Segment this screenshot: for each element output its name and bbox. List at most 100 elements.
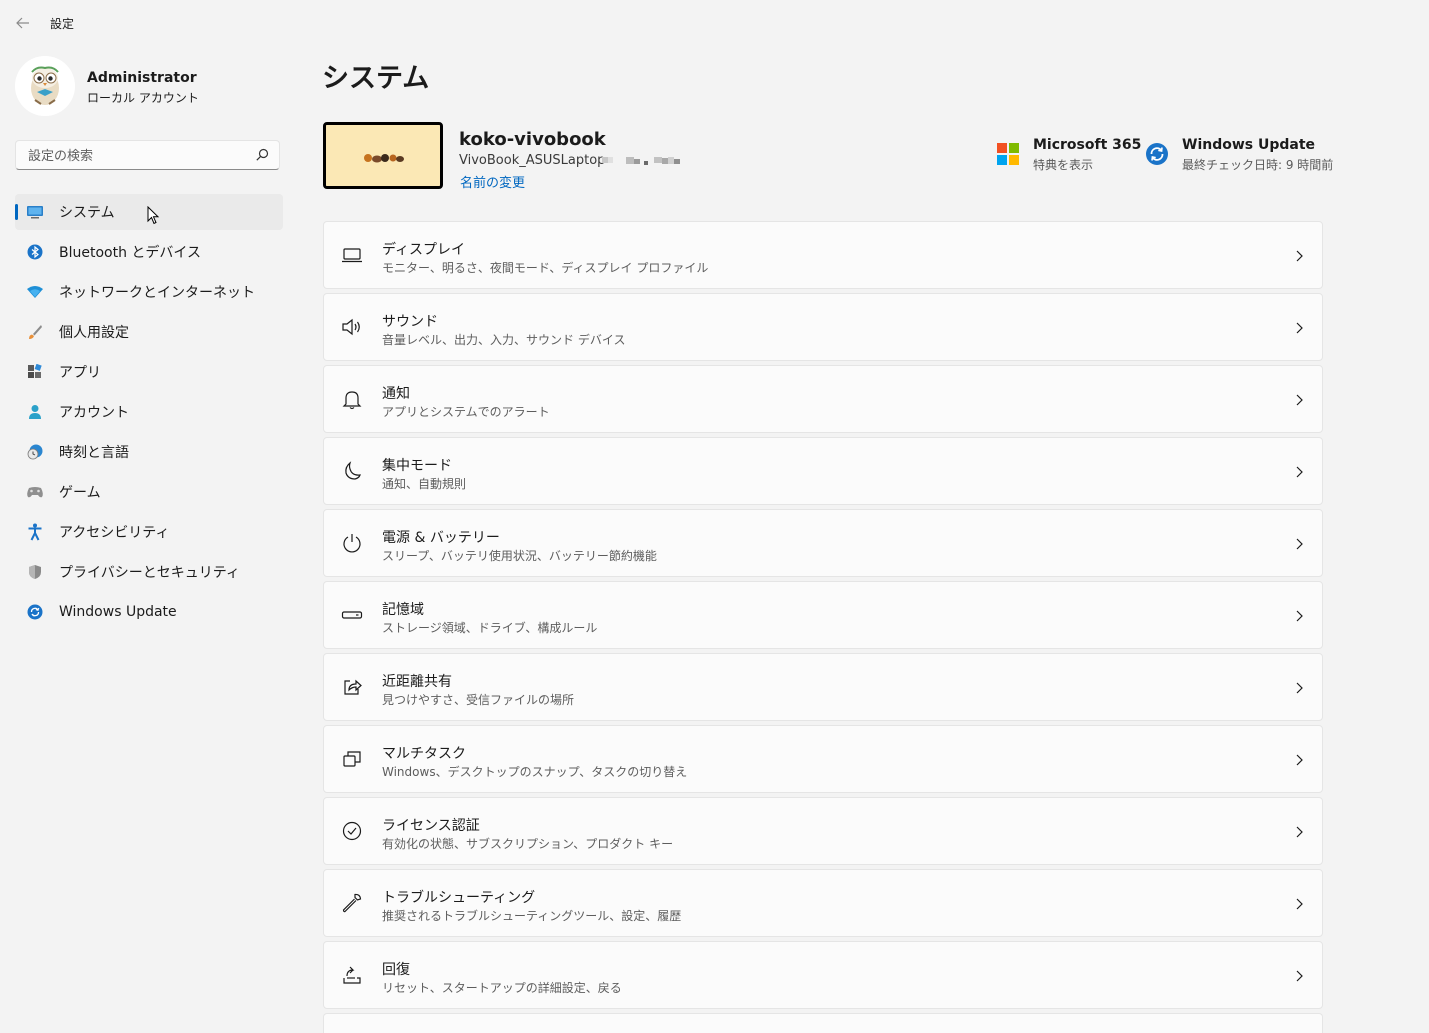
sidebar-item-windows-update[interactable]: Windows Update xyxy=(15,594,283,630)
settings-card-sound[interactable]: サウンド 音量レベル、出力、入力、サウンド デバイス xyxy=(323,293,1323,361)
recovery-icon xyxy=(343,966,361,984)
brush-icon xyxy=(25,322,45,342)
search-input[interactable] xyxy=(26,146,245,166)
windows-update-title: Windows Update xyxy=(1182,137,1316,153)
microsoft-logo-icon xyxy=(997,143,1019,165)
device-model: VivoBook_ASUSLaptop xyxy=(459,153,606,168)
device-name: koko-vivobook xyxy=(459,129,606,150)
gamepad-icon xyxy=(25,482,45,502)
card-title: 集中モード xyxy=(382,458,452,474)
redacted-pixelation xyxy=(602,157,680,165)
card-title: ディスプレイ xyxy=(382,242,466,258)
rename-link[interactable]: 名前の変更 xyxy=(460,172,525,191)
accessibility-icon xyxy=(25,522,45,542)
chevron-right-icon xyxy=(1296,394,1303,406)
chevron-right-icon xyxy=(1296,322,1303,334)
wallpaper-image xyxy=(326,125,440,186)
moon-icon xyxy=(345,461,361,480)
sidebar-item-apps[interactable]: アプリ xyxy=(15,354,283,390)
settings-card-notifications[interactable]: 通知 アプリとシステムでのアラート xyxy=(323,365,1323,433)
sidebar-item-privacy[interactable]: プライバシーとセキュリティ xyxy=(15,554,283,590)
microsoft365-subtitle: 特典を表示 xyxy=(1033,158,1094,172)
chevron-right-icon xyxy=(1296,682,1303,694)
card-title: サウンド xyxy=(382,314,438,330)
chevron-right-icon xyxy=(1296,826,1303,838)
back-button[interactable] xyxy=(10,12,36,34)
card-title: 電源 & バッテリー xyxy=(382,530,500,546)
settings-card-multitasking[interactable]: マルチタスク Windows、デスクトップのスナップ、タスクの切り替え xyxy=(323,725,1323,793)
settings-card-focus[interactable]: 集中モード 通知、自動規則 xyxy=(323,437,1323,505)
settings-list: ディスプレイ モニター、明るさ、夜間モード、ディスプレイ プロファイル サウンド… xyxy=(323,221,1323,1033)
sidebar-item-label: システム xyxy=(59,205,115,221)
sidebar-item-label: アプリ xyxy=(59,365,101,381)
chevron-right-icon xyxy=(1296,538,1303,550)
storage-icon xyxy=(341,611,363,619)
settings-card-activation[interactable]: ライセンス認証 有効化の状態、サブスクリプション、プロダクト キー xyxy=(323,797,1323,865)
card-subtitle: 音量レベル、出力、入力、サウンド デバイス xyxy=(382,333,626,347)
settings-card-display[interactable]: ディスプレイ モニター、明るさ、夜間モード、ディスプレイ プロファイル xyxy=(323,221,1323,289)
search-box[interactable] xyxy=(15,140,280,170)
title-bar: 設定 xyxy=(0,0,1429,46)
sidebar-item-label: アカウント xyxy=(59,405,129,421)
card-title: 通知 xyxy=(382,386,410,402)
card-subtitle: 推奨されるトラブルシューティングツール、設定、履歴 xyxy=(382,909,682,923)
card-title: 回復 xyxy=(382,962,410,978)
card-subtitle: 見つけやすさ、受信ファイルの場所 xyxy=(382,693,575,707)
bell-icon xyxy=(342,391,362,410)
wrench-icon xyxy=(342,893,362,913)
card-subtitle: Windows、デスクトップのスナップ、タスクの切り替え xyxy=(382,765,688,779)
settings-card-partial[interactable] xyxy=(323,1013,1323,1033)
app-title: 設定 xyxy=(50,17,75,31)
windows-update-icon xyxy=(25,602,45,622)
card-subtitle: アプリとシステムでのアラート xyxy=(382,405,550,419)
account-type: ローカル アカウント xyxy=(87,91,199,105)
chevron-right-icon xyxy=(1296,898,1303,910)
sidebar-item-bluetooth[interactable]: Bluetooth とデバイス xyxy=(15,234,283,270)
windows-update-link[interactable]: Windows Update 最終チェック日時: 9 時間前 xyxy=(1145,137,1333,173)
sidebar-item-label: 個人用設定 xyxy=(59,325,129,341)
sidebar-item-personalization[interactable]: 個人用設定 xyxy=(15,314,283,350)
card-subtitle: 通知、自動規則 xyxy=(382,477,467,491)
sidebar: Administrator ローカル アカウント システム Bluetooth … xyxy=(0,46,300,1028)
card-subtitle: ストレージ領域、ドライブ、構成ルール xyxy=(382,621,598,635)
card-subtitle: 有効化の状態、サブスクリプション、プロダクト キー xyxy=(382,837,674,851)
avatar[interactable] xyxy=(15,56,75,116)
sidebar-item-accounts[interactable]: アカウント xyxy=(15,394,283,430)
display-icon xyxy=(342,248,362,263)
bluetooth-icon xyxy=(25,242,45,262)
user-name: Administrator xyxy=(87,70,197,86)
chevron-right-icon xyxy=(1296,754,1303,766)
settings-card-recovery[interactable]: 回復 リセット、スタートアップの詳細設定、戻る xyxy=(323,941,1323,1009)
search-icon[interactable] xyxy=(254,147,270,163)
clock-globe-icon xyxy=(25,442,45,462)
settings-card-troubleshoot[interactable]: トラブルシューティング 推奨されるトラブルシューティングツール、設定、履歴 xyxy=(323,869,1323,937)
card-subtitle: モニター、明るさ、夜間モード、ディスプレイ プロファイル xyxy=(382,261,709,275)
sidebar-item-network[interactable]: ネットワークとインターネット xyxy=(15,274,283,310)
sidebar-item-gaming[interactable]: ゲーム xyxy=(15,474,283,510)
wifi-icon xyxy=(25,282,45,302)
microsoft365-title: Microsoft 365 xyxy=(1033,137,1142,153)
mouse-cursor-icon xyxy=(147,206,160,225)
owl-avatar-image xyxy=(15,56,75,116)
card-title: トラブルシューティング xyxy=(382,890,536,906)
sidebar-item-accessibility[interactable]: アクセシビリティ xyxy=(15,514,283,550)
microsoft365-link[interactable]: Microsoft 365 特典を表示 xyxy=(996,137,1141,173)
card-title: マルチタスク xyxy=(382,746,466,762)
settings-card-storage[interactable]: 記憶域 ストレージ領域、ドライブ、構成ルール xyxy=(323,581,1323,649)
windows-update-icon xyxy=(1146,143,1168,165)
chevron-right-icon xyxy=(1296,610,1303,622)
device-wallpaper-thumbnail xyxy=(323,122,443,189)
shield-icon xyxy=(25,562,45,582)
sidebar-item-time-language[interactable]: 時刻と言語 xyxy=(15,434,283,470)
page-title: システム xyxy=(322,63,430,94)
chevron-right-icon xyxy=(1296,466,1303,478)
card-subtitle: スリープ、バッテリ使用状況、バッテリー節約機能 xyxy=(382,549,657,563)
settings-card-power[interactable]: 電源 & バッテリー スリープ、バッテリ使用状況、バッテリー節約機能 xyxy=(323,509,1323,577)
sidebar-item-label: アクセシビリティ xyxy=(59,525,170,541)
card-title: 記憶域 xyxy=(382,602,424,618)
settings-card-nearby-sharing[interactable]: 近距離共有 見つけやすさ、受信ファイルの場所 xyxy=(323,653,1323,721)
sidebar-item-label: Windows Update xyxy=(59,604,177,620)
card-title: ライセンス認証 xyxy=(382,818,480,834)
power-icon xyxy=(343,534,361,553)
sidebar-item-label: 時刻と言語 xyxy=(59,445,129,461)
